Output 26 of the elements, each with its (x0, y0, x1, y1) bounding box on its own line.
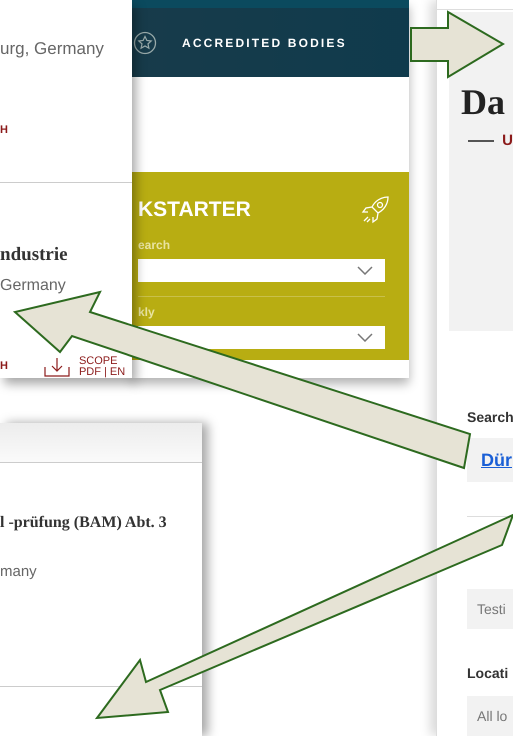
field-label: earch (138, 237, 172, 254)
location-field[interactable]: All lo (467, 696, 513, 736)
type-field[interactable]: Testi (467, 589, 513, 630)
location-text: many (0, 562, 38, 582)
search-link[interactable]: Dür (481, 446, 512, 474)
organization-title: ndustrie (0, 243, 69, 267)
subheading: U (502, 130, 513, 151)
website-link[interactable]: H (0, 122, 132, 138)
website-link[interactable]: H (0, 358, 8, 375)
field-label: kly (138, 304, 156, 321)
scope-pdf-link[interactable]: SCOPE PDF | EN (78, 356, 126, 378)
nav-bar[interactable]: ACCREDITED BODIES (132, 0, 409, 77)
search-result-field[interactable]: Dür (467, 438, 513, 482)
download-icon (44, 356, 70, 376)
kickstarter-title: KSTARTER (138, 197, 251, 224)
location-label: Locati (467, 664, 510, 684)
rocket-icon (359, 194, 391, 226)
chevron-down-icon (357, 333, 373, 342)
chevron-down-icon (357, 266, 373, 275)
nav-label: ACCREDITED BODIES (182, 34, 347, 52)
location-text: urg, Germany (0, 38, 105, 60)
location-text: Germany (0, 276, 67, 296)
page-heading: Da (461, 84, 506, 120)
search-label: Search (467, 408, 513, 428)
star-badge-icon (133, 30, 157, 54)
organization-title: l -prüfung (BAM) Abt. 3 (0, 513, 168, 533)
